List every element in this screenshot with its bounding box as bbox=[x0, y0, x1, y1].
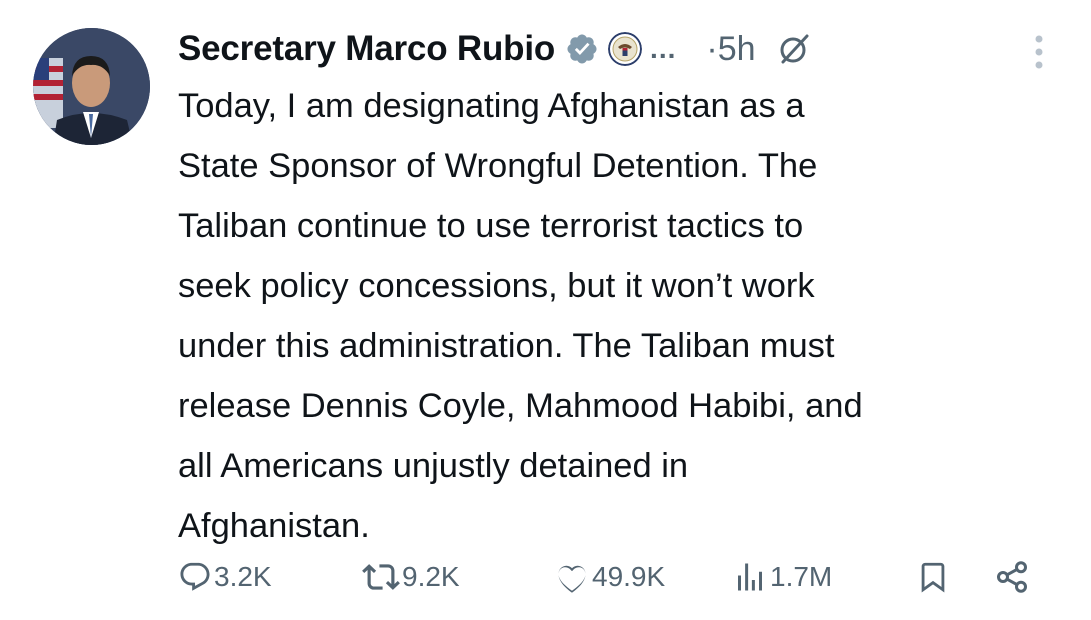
share-icon bbox=[997, 561, 1027, 593]
author-name[interactable]: Secretary Marco Rubio bbox=[178, 29, 555, 69]
heart-icon bbox=[558, 565, 586, 593]
reply-button[interactable]: 3.2K bbox=[178, 555, 272, 599]
bookmark-icon bbox=[921, 562, 945, 593]
state-department-seal-icon[interactable] bbox=[608, 32, 643, 66]
timestamp[interactable]: ·5h bbox=[706, 30, 755, 69]
avatar[interactable] bbox=[33, 28, 150, 145]
repost-icon bbox=[362, 564, 400, 590]
views-icon bbox=[738, 563, 762, 591]
grok-icon[interactable] bbox=[776, 31, 812, 67]
views-button[interactable]: 1.7M bbox=[732, 555, 832, 599]
repost-button[interactable]: 9.2K bbox=[362, 555, 460, 599]
reply-count: 3.2K bbox=[214, 561, 272, 592]
share-button[interactable] bbox=[994, 555, 1030, 599]
bookmark-button[interactable] bbox=[916, 555, 950, 599]
tweet-text: Today, I am designating Afghanistan as a… bbox=[178, 87, 863, 545]
more-vertical-icon[interactable] bbox=[1031, 34, 1047, 70]
overflow-ellipsis: ... bbox=[650, 33, 677, 64]
action-bar: 3.2K 9.2K 49.9K 1.7M bbox=[178, 555, 1048, 599]
tweet-header: Secretary Marco Rubio ... ·5h bbox=[178, 22, 1071, 76]
profile-photo bbox=[33, 28, 150, 145]
views-count: 1.7M bbox=[770, 561, 833, 592]
like-count: 49.9K bbox=[592, 561, 666, 592]
like-button[interactable]: 49.9K bbox=[554, 555, 665, 599]
repost-count: 9.2K bbox=[402, 561, 460, 592]
reply-icon bbox=[180, 562, 210, 591]
verified-badge-icon[interactable] bbox=[565, 32, 599, 66]
